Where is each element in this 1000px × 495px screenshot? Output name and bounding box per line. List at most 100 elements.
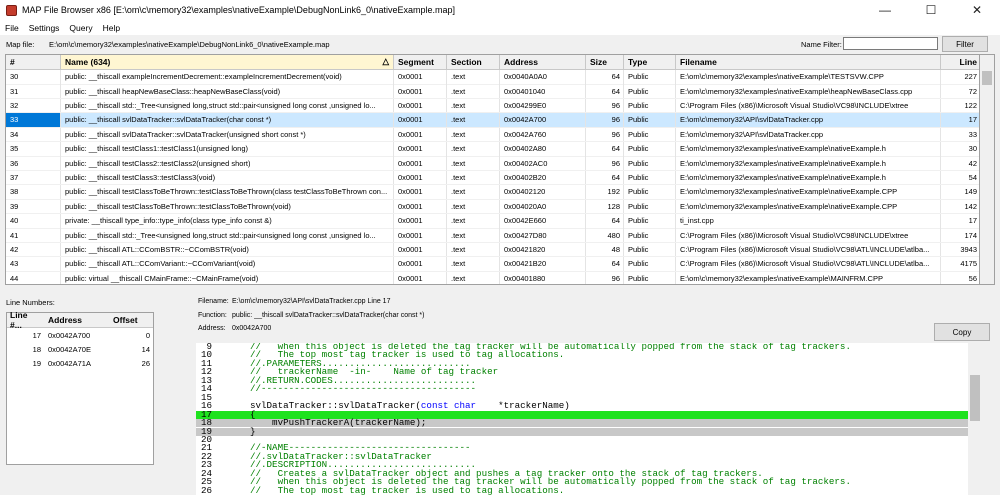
col-header-type[interactable]: Type <box>624 55 676 69</box>
code-line: 19} <box>196 426 968 436</box>
function-value: public: __thiscall svlDataTracker::svlDa… <box>232 312 425 319</box>
cell-size: 64 <box>586 214 624 228</box>
cell-size: 64 <box>586 70 624 84</box>
cell-address: 0x00402B20 <box>500 170 586 185</box>
col-header-name-label: Name (634) <box>65 56 111 67</box>
cell-index: 38 <box>6 185 61 199</box>
cell-index: 43 <box>6 257 61 271</box>
symbol-grid[interactable]: # Name (634) △ Segment Section Address Si… <box>5 54 980 285</box>
cell-section: .text <box>447 84 500 98</box>
cell-section: .text <box>447 170 500 185</box>
cell-segment: 0x0001 <box>394 113 447 127</box>
table-row[interactable]: 30 public: __thiscall exampleIncrementDec… <box>6 70 979 85</box>
source-code-view[interactable]: 9// when this object is deleted the tag … <box>196 343 968 495</box>
close-button[interactable]: ✕ <box>954 0 1000 20</box>
cell-filename: E:\om\c\memory32\examples\nativeExample\… <box>676 170 941 185</box>
code-line-text: mvPushTrackerA(trackerName); <box>250 417 427 429</box>
cell-filename: C:\Program Files (x86)\Microsoft Visual … <box>676 257 941 271</box>
table-row[interactable]: 37 public: __thiscall testClass3::testCla… <box>6 170 979 186</box>
cell-filename: C:\Program Files (x86)\Microsoft Visual … <box>676 98 941 113</box>
col-header-offset[interactable]: Offset <box>110 315 153 325</box>
cell-name: public: __thiscall exampleIncrementDecre… <box>61 70 394 84</box>
grid-scroll-thumb[interactable] <box>982 71 992 85</box>
address-value: 0x0042A700 <box>232 325 272 332</box>
cell-address: 0x00421B20 <box>500 257 586 271</box>
cell-segment: 0x0001 <box>394 257 447 271</box>
cell-line: 42 <box>941 156 979 170</box>
cell-offset: 14 <box>141 344 150 354</box>
menu-settings[interactable]: Settings <box>24 23 65 33</box>
col-header-address[interactable]: Address <box>500 55 586 69</box>
cell-section: .text <box>447 113 500 127</box>
copy-button[interactable]: Copy <box>934 323 990 341</box>
cell-name: public: __thiscall ATL::CComBSTR::~CComB… <box>61 242 394 257</box>
table-row[interactable]: 33 public: __thiscall svlDataTracker::svl… <box>6 113 979 128</box>
cell-address: 0x00427D80 <box>500 228 586 242</box>
line-number-row[interactable]: 18 0x0042A70E 14 <box>7 342 153 356</box>
cell-name: public: __thiscall std::_Tree<unsigned l… <box>61 228 394 242</box>
cell-address: 0x0042A760 <box>500 127 586 142</box>
cell-section: .text <box>447 271 500 284</box>
table-row[interactable]: 43 public: __thiscall ATL::CComVariant::~… <box>6 257 979 272</box>
cell-segment: 0x0001 <box>394 127 447 142</box>
code-scrollbar[interactable] <box>968 343 983 495</box>
line-number-row[interactable]: 19 0x0042A71A 26 <box>7 356 153 370</box>
cell-filename: E:\om\c\memory32\API\svlDataTracker.cpp <box>676 113 941 127</box>
cell-size: 64 <box>586 170 624 185</box>
name-filter-input[interactable] <box>843 37 938 50</box>
grid-scrollbar[interactable] <box>980 54 995 285</box>
table-row[interactable]: 36 public: __thiscall testClass2::testCla… <box>6 156 979 171</box>
table-row[interactable]: 34 public: __thiscall svlDataTracker::svl… <box>6 127 979 143</box>
col-header-section[interactable]: Section <box>447 55 500 69</box>
minimize-button[interactable]: — <box>862 0 908 20</box>
cell-address: 0x00402AC0 <box>500 156 586 170</box>
menu-bar: File Settings Query Help <box>0 20 1000 35</box>
code-line-text: // The top most tag tracker is used to t… <box>250 484 565 495</box>
table-row[interactable]: 42 public: __thiscall ATL::CComBSTR::~CCo… <box>6 242 979 258</box>
table-row[interactable]: 44 public: virtual __thiscall CMainFrame:… <box>6 271 979 284</box>
cell-type: Public <box>624 156 676 170</box>
maximize-button[interactable]: ☐ <box>908 0 954 20</box>
window-title: MAP File Browser x86 [E:\om\c\memory32\e… <box>22 5 456 15</box>
cell-segment: 0x0001 <box>394 228 447 242</box>
cell-name: public: __thiscall testClass2::testClass… <box>61 156 394 170</box>
table-row[interactable]: 32 public: __thiscall std::_Tree<unsigned… <box>6 98 979 114</box>
col-header-size[interactable]: Size <box>586 55 624 69</box>
col-header-line[interactable]: Line <box>941 55 979 69</box>
table-row[interactable]: 41 public: __thiscall std::_Tree<unsigned… <box>6 228 979 243</box>
cell-line: 33 <box>941 128 979 142</box>
col-header-index[interactable]: # <box>6 55 61 69</box>
col-header-line-number[interactable]: Line #... <box>7 310 44 330</box>
cell-line: 149 <box>941 185 979 199</box>
col-header-name[interactable]: Name (634) △ <box>61 55 394 69</box>
col-header-filename[interactable]: Filename <box>676 55 941 69</box>
table-row[interactable]: 39 public: __thiscall testClassToBeThrown… <box>6 199 979 215</box>
table-row[interactable]: 38 public: __thiscall testClassToBeThrown… <box>6 185 979 200</box>
col-header-line-address[interactable]: Address <box>44 315 110 325</box>
col-header-segment[interactable]: Segment <box>394 55 447 69</box>
filter-button[interactable]: Filter <box>942 36 988 52</box>
line-numbers-table[interactable]: Line #... Address Offset 17 0x0042A700 0 18… <box>6 310 154 465</box>
cell-size: 480 <box>586 228 624 242</box>
table-row[interactable]: 40 private: __thiscall type_info::type_in… <box>6 214 979 229</box>
cell-line: 174 <box>941 228 979 242</box>
menu-file[interactable]: File <box>0 23 24 33</box>
cell-segment: 0x0001 <box>394 98 447 113</box>
line-number-row[interactable]: 17 0x0042A700 0 <box>7 328 153 342</box>
cell-type: Public <box>624 113 676 127</box>
cell-address: 0x00402120 <box>500 185 586 199</box>
table-row[interactable]: 31 public: __thiscall heapNewBaseClass::h… <box>6 84 979 99</box>
toolbar: Map file: E:\om\c\memory32\examples\nati… <box>0 36 1000 53</box>
code-line-text: //--------------------------------------… <box>250 383 477 395</box>
menu-help[interactable]: Help <box>98 23 125 33</box>
cell-section: .text <box>447 70 500 84</box>
code-scroll-thumb[interactable] <box>970 375 980 421</box>
cell-index: 37 <box>6 170 61 185</box>
code-line: 14//------------------------------------… <box>196 383 968 395</box>
cell-type: Public <box>624 185 676 199</box>
name-filter-label: Name Filter: <box>801 40 842 49</box>
table-row[interactable]: 35 public: __thiscall testClass1::testCla… <box>6 142 979 157</box>
cell-size: 128 <box>586 199 624 214</box>
cell-type: Public <box>624 228 676 242</box>
menu-query[interactable]: Query <box>64 23 97 33</box>
